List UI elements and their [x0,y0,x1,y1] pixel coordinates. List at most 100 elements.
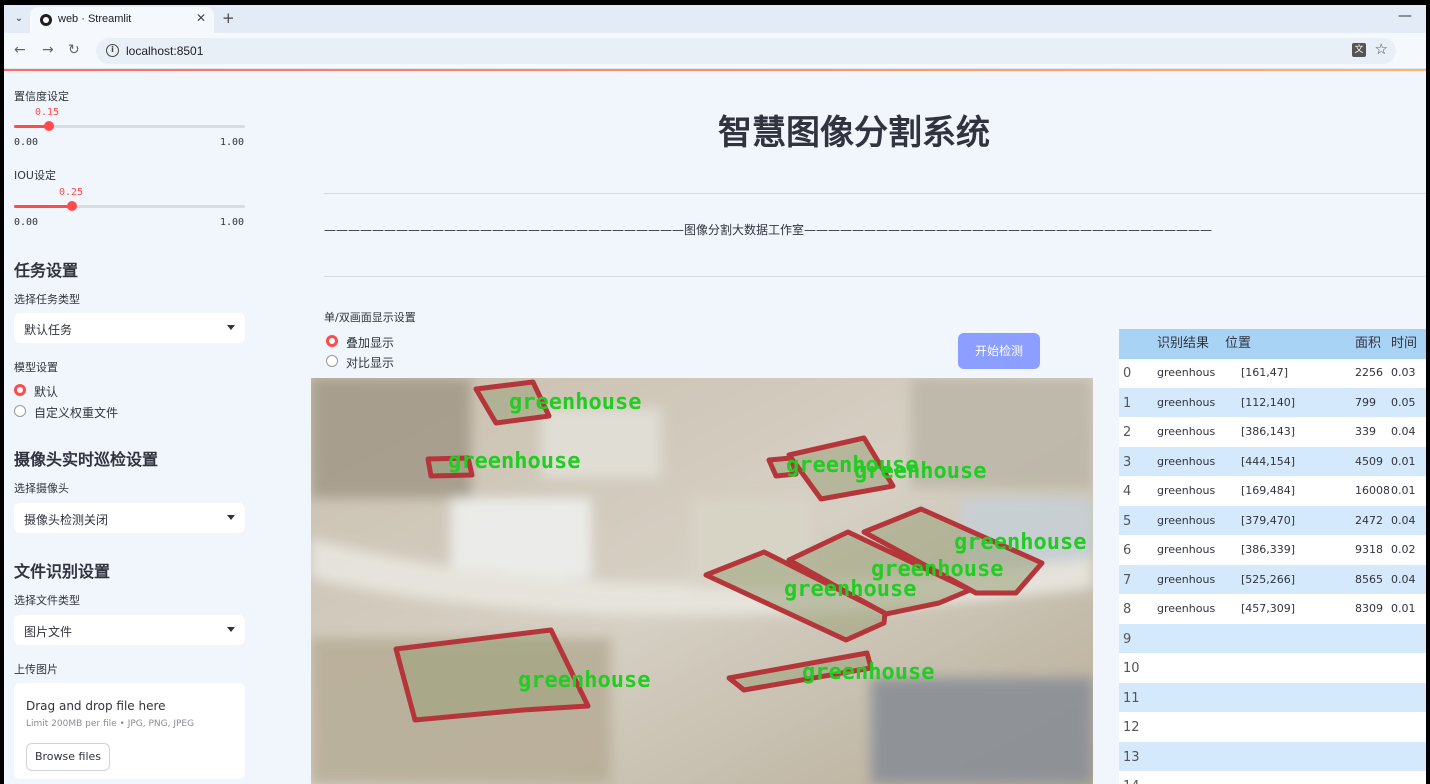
table-row[interactable]: 11 [1119,682,1426,713]
tab-search-icon[interactable]: ⌄ [10,10,28,28]
table-cell-pos: [525,266] [1241,572,1296,586]
file-type-label: 选择文件类型 [14,594,80,607]
confidence-slider[interactable] [14,121,245,131]
table-cell-idx: 8 [1123,602,1132,617]
model-option-label: 自定义权重文件 [34,406,119,420]
radio-unselected-icon[interactable] [14,405,26,417]
confidence-value: 0.15 [35,107,60,118]
address-bar[interactable]: i localhost:8501 文 ☆ [96,38,1396,64]
table-cell-idx: 0 [1123,366,1132,381]
back-arrow-icon[interactable]: ← [14,42,26,58]
table-cell-area: 2472 [1355,513,1383,527]
new-tab-icon[interactable]: + [222,9,235,27]
start-detection-button[interactable]: 开始检测 [958,333,1040,369]
display-option-label: 叠加显示 [346,336,395,350]
column-header[interactable]: 面积 [1349,329,1389,359]
camera-label: 选择摄像头 [14,482,69,495]
reload-icon[interactable]: ↻ [68,42,80,58]
bookmark-star-icon[interactable]: ☆ [1375,40,1388,58]
table-row[interactable]: 10 [1119,653,1426,683]
page-title: 智慧图像分割系统 [718,113,990,153]
browser-window: ⌄ web · Streamlit ✕ + — ← → ↻ i localhos… [4,5,1426,784]
table-cell-area: 799 [1355,395,1376,409]
browser-tab[interactable]: web · Streamlit ✕ [30,7,214,33]
streamlit-favicon-icon [40,14,52,26]
table-cell-pos: [457,309] [1241,602,1296,615]
table-row[interactable]: 9 [1119,623,1426,653]
chevron-down-icon [227,627,235,632]
forward-arrow-icon[interactable]: → [42,42,54,58]
table-row[interactable]: 5 greenhouse [379,470] 2472 0.04 [1119,505,1426,535]
table-cell-time: 0.04 [1391,513,1416,527]
table-cell-label: greenhouse [1157,395,1215,409]
table-cell-idx: 2 [1123,425,1132,440]
table-cell-area: 4509 [1355,454,1383,468]
tab-title: web · Streamlit [58,13,132,25]
url-text[interactable]: localhost:8501 [126,44,203,58]
main-content: 智慧图像分割系统 ——————————————————————————————图… [262,71,1426,784]
divider [324,276,1426,277]
table-row[interactable]: 8 greenhouse [457,309] 8309 0.01 [1119,594,1426,624]
table-cell-pos [1219,712,1349,742]
display-option-label: 对比显示 [346,356,395,370]
upload-title: Drag and drop file here [26,699,166,713]
camera-select[interactable]: 摄像头检测关闭 [14,503,245,533]
table-cell-time [1389,683,1426,713]
table-cell-pos: [379,470] [1241,513,1296,527]
confidence-slider-thumb[interactable] [43,121,54,131]
file-type-select[interactable]: 图片文件 [14,615,245,645]
column-header[interactable]: 识别结果 [1149,329,1215,359]
divider [324,193,1426,194]
table-row[interactable]: 6 greenhouse [386,339] 9318 0.02 [1119,535,1426,565]
table-row[interactable]: 1 greenhouse [112,140] 799 0.05 [1119,387,1426,417]
table-row[interactable]: 3 greenhouse [444,154] 4509 0.01 [1119,446,1426,476]
info-icon[interactable]: i [106,44,119,57]
table-row[interactable]: 12 [1119,712,1426,742]
task-type-label: 选择任务类型 [14,293,80,306]
table-row[interactable]: 4 greenhouse [169,484] 160080.01 [1119,476,1426,506]
mask-label: greenhouse [784,577,916,602]
table-cell-label [1149,771,1215,784]
table-cell-area [1349,771,1389,784]
table-cell-idx: 3 [1123,454,1132,470]
close-icon[interactable]: ✕ [196,11,206,25]
table-cell-label: greenhouse [1157,454,1215,468]
radio-unselected-icon[interactable] [326,355,338,367]
browse-files-button[interactable]: Browse files [26,743,110,771]
task-type-value: 默认任务 [24,323,73,337]
studio-subtitle: ——————————————————————————————图像分割大数据工作室… [324,223,1213,237]
iou-slider-thumb[interactable] [66,201,77,211]
mask-label: greenhouse [448,449,580,474]
table-cell-label: greenhouse [1157,484,1215,497]
results-table[interactable]: 识别结果 位置 面积 时间 0 greenhouse [161,47] 2256 0.0… [1119,329,1426,784]
table-cell-pos: [161,47] [1241,366,1289,379]
table-cell-label [1149,683,1215,713]
minimize-icon[interactable]: — [1398,8,1412,24]
radio-selected-icon[interactable] [326,335,338,347]
table-cell-label [1149,712,1215,742]
table-row[interactable]: 0 greenhouse [161,47] 2256 0.03 [1119,358,1426,388]
table-row[interactable]: 7 greenhouse [525,266] 8565 0.04 [1119,564,1426,594]
iou-slider[interactable] [14,201,245,211]
radio-selected-icon[interactable] [14,384,26,396]
table-cell-time: 0.05 [1391,395,1416,409]
table-row[interactable]: 2 greenhouse [386,143] 339 0.04 [1119,417,1426,447]
confidence-max: 1.00 [220,137,245,148]
translate-icon[interactable]: 文 [1352,43,1366,57]
task-type-select[interactable]: 默认任务 [14,313,245,343]
table-cell-area [1349,712,1389,742]
iou-label: IOU设定 [14,169,56,182]
table-cell-time: 0.04 [1391,425,1416,438]
column-header[interactable]: 时间 [1389,329,1426,359]
table-cell-label: greenhouse [1157,366,1215,379]
file-uploader-dropzone[interactable]: Drag and drop file here Limit 200MB per … [14,683,245,779]
table-row[interactable]: 13 [1119,741,1426,772]
table-row[interactable]: 14 [1119,771,1426,784]
table-cell-time: 0.01 [1391,484,1416,497]
file-type-value: 图片文件 [24,625,73,639]
table-cell-label [1149,742,1215,772]
table-cell-time: 0.01 [1391,454,1416,468]
column-header[interactable]: 位置 [1219,329,1349,359]
table-cell-label: greenhouse [1157,543,1215,556]
model-option-label: 默认 [34,385,59,399]
